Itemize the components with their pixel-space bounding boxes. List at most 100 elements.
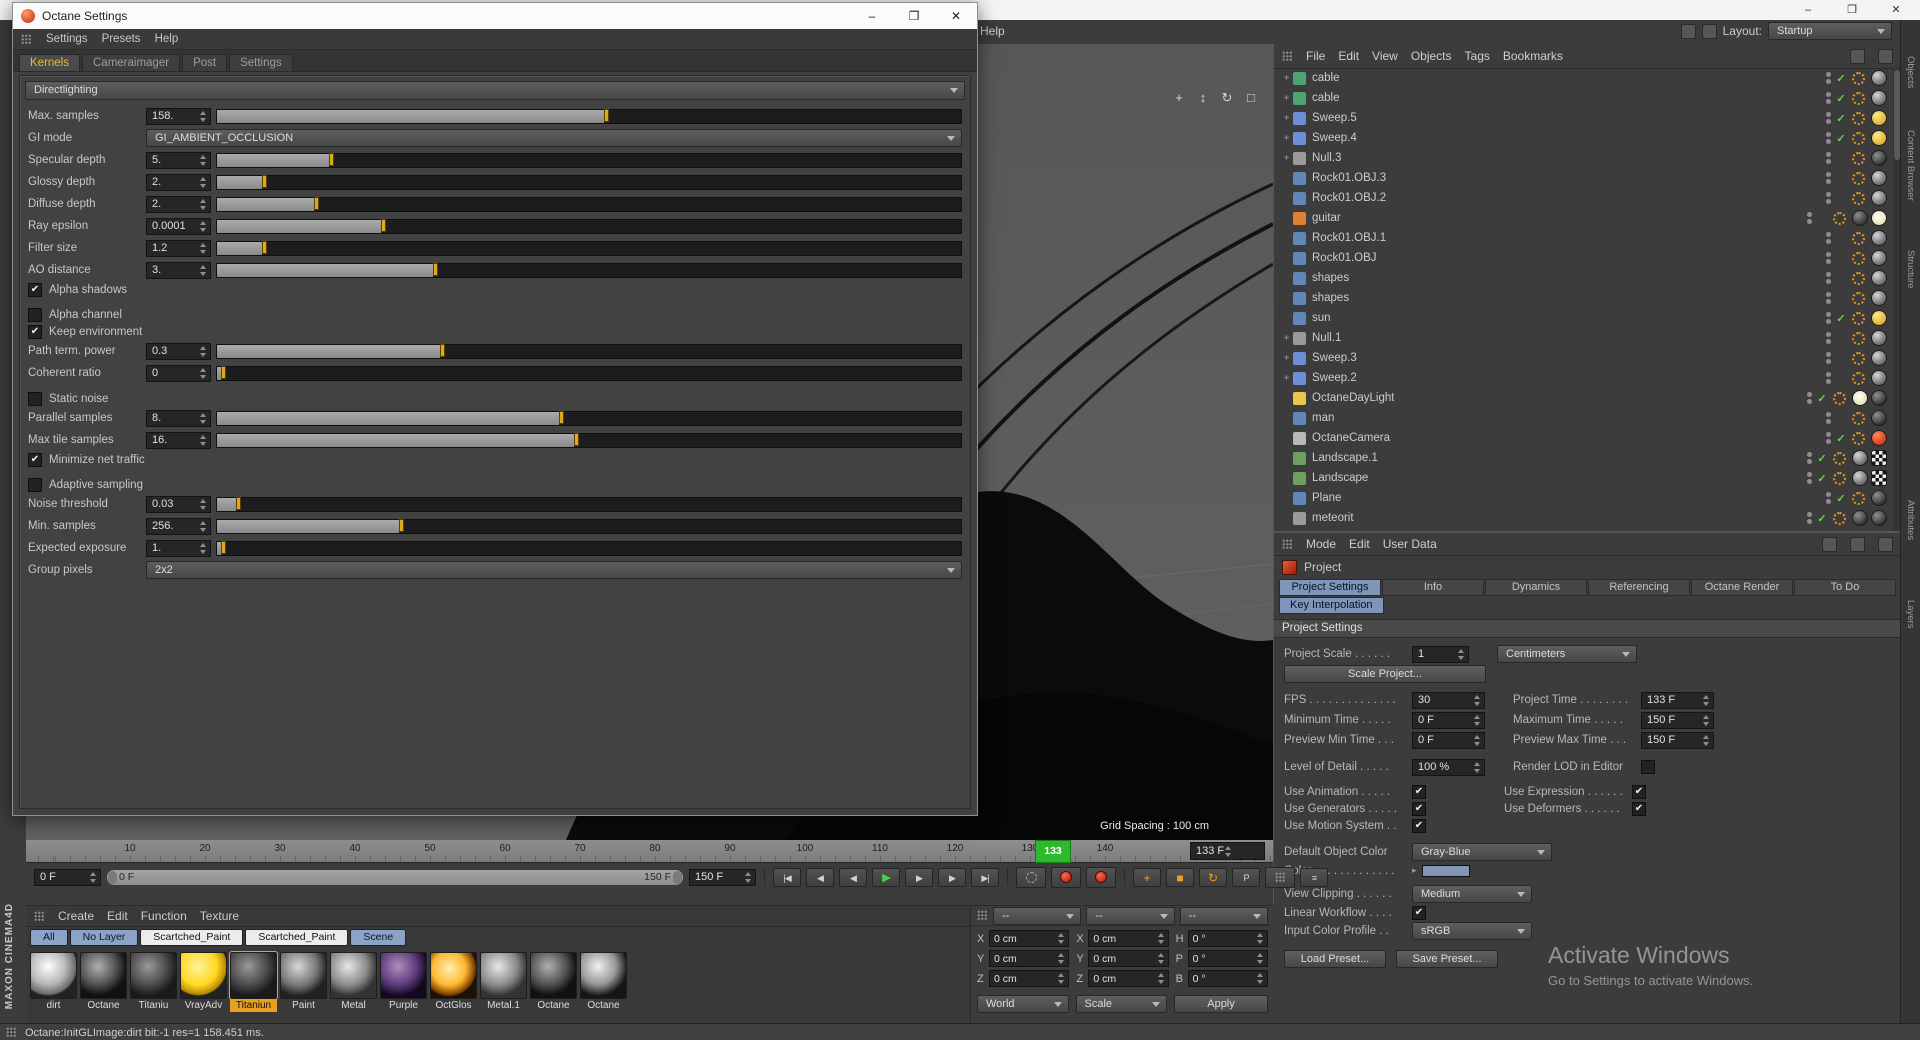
object-row[interactable]: OctaneDayLight ✓ bbox=[1274, 388, 1901, 408]
material-dot-icon[interactable] bbox=[1852, 431, 1865, 445]
om-menu-view[interactable]: View bbox=[1372, 49, 1398, 63]
preview-min-time-input[interactable]: 0 F bbox=[1412, 731, 1485, 749]
layer-tab-no-layer[interactable]: No Layer bbox=[69, 929, 139, 946]
tab-kernels[interactable]: Kernels bbox=[19, 54, 80, 71]
texture-tag-icon[interactable] bbox=[1871, 510, 1887, 526]
om-menu-tags[interactable]: Tags bbox=[1465, 49, 1490, 63]
ray-epsilon-slider[interactable] bbox=[216, 218, 962, 234]
window-maximize-button[interactable]: ❐ bbox=[1830, 0, 1874, 20]
use-deformers-checkbox[interactable]: ✔ bbox=[1632, 801, 1646, 816]
spinner-arrows-icon[interactable] bbox=[1224, 845, 1233, 858]
visibility-dots[interactable] bbox=[1826, 112, 1833, 124]
enable-check[interactable]: ✓ bbox=[1833, 432, 1849, 445]
visibility-dots[interactable] bbox=[1826, 352, 1833, 364]
enable-check[interactable]: ✓ bbox=[1833, 72, 1849, 85]
texture-tag-icon[interactable] bbox=[1871, 490, 1887, 506]
visibility-dots[interactable] bbox=[1826, 272, 1833, 284]
object-row[interactable]: Landscape.1 ✓ bbox=[1274, 448, 1901, 468]
keep-environment-checkbox[interactable]: ✔ bbox=[28, 324, 42, 339]
record-keyframe-button[interactable] bbox=[1051, 866, 1081, 888]
material-dot-icon[interactable] bbox=[1833, 211, 1846, 225]
spinner-arrows-icon[interactable] bbox=[1057, 952, 1066, 965]
group-pixels-dropdown[interactable]: 2x2 bbox=[146, 561, 962, 579]
tab-cameraimager[interactable]: Cameraimager bbox=[82, 54, 181, 71]
object-row[interactable]: Rock01.OBJ.3 bbox=[1274, 168, 1901, 188]
spinner-arrows-icon[interactable] bbox=[199, 176, 208, 189]
texture-tag-icon[interactable] bbox=[1871, 130, 1887, 146]
minimum-time-input[interactable]: 0 F bbox=[1412, 711, 1485, 729]
expand-icon[interactable]: + bbox=[1280, 373, 1293, 384]
material-dot-icon[interactable] bbox=[1833, 391, 1846, 405]
texture-tag-icon[interactable] bbox=[1852, 210, 1868, 226]
range-start-input[interactable]: 0 F bbox=[34, 868, 101, 886]
project-time-input[interactable]: 133 F bbox=[1641, 691, 1714, 709]
filter-size-input[interactable]: 1.2 bbox=[146, 239, 211, 257]
size-y-input[interactable]: 0 cm bbox=[1088, 950, 1169, 967]
om-menu-edit[interactable]: Edit bbox=[1338, 49, 1359, 63]
texture-tag-icon[interactable] bbox=[1871, 290, 1887, 306]
prev-key-button[interactable]: ◀ bbox=[806, 867, 834, 887]
view-clipping-dropdown[interactable]: Medium bbox=[1412, 885, 1532, 903]
spinner-arrows-icon[interactable] bbox=[199, 345, 208, 358]
rotation-h-input[interactable]: 0 ° bbox=[1187, 930, 1268, 947]
visibility-dots[interactable] bbox=[1826, 332, 1833, 344]
enable-check[interactable]: ✓ bbox=[1833, 92, 1849, 105]
material-dot-icon[interactable] bbox=[1852, 251, 1865, 265]
material-dot-icon[interactable] bbox=[1852, 411, 1865, 425]
expected-exposure-slider[interactable] bbox=[216, 540, 962, 556]
spinner-arrows-icon[interactable] bbox=[89, 871, 98, 884]
material-dot-icon[interactable] bbox=[1852, 131, 1865, 145]
mat-menu-edit[interactable]: Edit bbox=[107, 909, 128, 923]
noise-threshold-slider[interactable] bbox=[216, 496, 962, 512]
object-row[interactable]: Rock01.OBJ bbox=[1274, 248, 1901, 268]
texture-tag-icon[interactable] bbox=[1871, 310, 1887, 326]
material-dot-icon[interactable] bbox=[1852, 271, 1865, 285]
material-dot-icon[interactable] bbox=[1852, 291, 1865, 305]
spinner-arrows-icon[interactable] bbox=[1256, 952, 1265, 965]
layer-options-button[interactable]: ≡ bbox=[1300, 867, 1328, 887]
texture-tag-icon[interactable] bbox=[1871, 410, 1887, 426]
spinner-arrows-icon[interactable] bbox=[1702, 694, 1711, 707]
keyframe-selection-button[interactable] bbox=[1016, 866, 1046, 888]
dialog-maximize-button[interactable]: ❐ bbox=[893, 3, 935, 29]
static-noise-checkbox[interactable] bbox=[28, 391, 42, 406]
object-row[interactable]: Rock01.OBJ.1 bbox=[1274, 228, 1901, 248]
scale-dropdown[interactable]: Scale bbox=[1075, 995, 1167, 1013]
window-close-button[interactable]: ✕ bbox=[1874, 0, 1918, 20]
max-tile-samples-slider[interactable] bbox=[216, 432, 962, 448]
layer-tab-scene[interactable]: Scene bbox=[350, 929, 407, 946]
coord-mode-dropdown[interactable]: -- bbox=[1086, 906, 1175, 925]
texture-tag-icon[interactable] bbox=[1871, 350, 1887, 366]
visibility-dots[interactable] bbox=[1826, 232, 1833, 244]
layer-tab-scartched-paint[interactable]: Scartched_Paint bbox=[140, 929, 244, 946]
rotation-b-input[interactable]: 0 ° bbox=[1187, 970, 1268, 987]
texture-tag-icon[interactable] bbox=[1852, 450, 1868, 466]
object-row[interactable]: man bbox=[1274, 408, 1901, 428]
spinner-arrows-icon[interactable] bbox=[199, 412, 208, 425]
texture-tag-icon[interactable] bbox=[1871, 170, 1887, 186]
visibility-dots[interactable] bbox=[1807, 472, 1814, 484]
spinner-arrows-icon[interactable] bbox=[199, 367, 208, 380]
object-row[interactable]: + Sweep.2 bbox=[1274, 368, 1901, 388]
autokey-button[interactable] bbox=[1086, 866, 1116, 888]
spinner-arrows-icon[interactable] bbox=[199, 242, 208, 255]
layout-dropdown[interactable]: Startup bbox=[1768, 22, 1892, 40]
object-row[interactable]: + Null.1 bbox=[1274, 328, 1901, 348]
tab-dynamics[interactable]: Dynamics bbox=[1485, 579, 1587, 596]
coord-mode-dropdown[interactable]: -- bbox=[993, 906, 1082, 925]
material-dot-icon[interactable] bbox=[1852, 71, 1865, 85]
material-item-selected[interactable]: Titaniun bbox=[229, 951, 278, 1012]
key-scale-button[interactable]: ■ bbox=[1166, 867, 1194, 887]
visibility-dots[interactable] bbox=[1807, 392, 1814, 404]
visibility-dots[interactable] bbox=[1826, 292, 1833, 304]
specular-depth-input[interactable]: 5. bbox=[146, 151, 211, 169]
maximum-time-input[interactable]: 150 F bbox=[1641, 711, 1714, 729]
texture-tag-icon[interactable] bbox=[1871, 430, 1887, 446]
filter-size-slider[interactable] bbox=[216, 240, 962, 256]
dialog-minimize-button[interactable]: – bbox=[851, 3, 893, 29]
expected-exposure-input[interactable]: 1. bbox=[146, 539, 211, 557]
material-item[interactable]: Purple bbox=[380, 952, 427, 1012]
texture-tag-icon[interactable] bbox=[1871, 470, 1887, 486]
texture-tag-icon[interactable] bbox=[1871, 330, 1887, 346]
expand-icon[interactable]: + bbox=[1280, 153, 1293, 164]
